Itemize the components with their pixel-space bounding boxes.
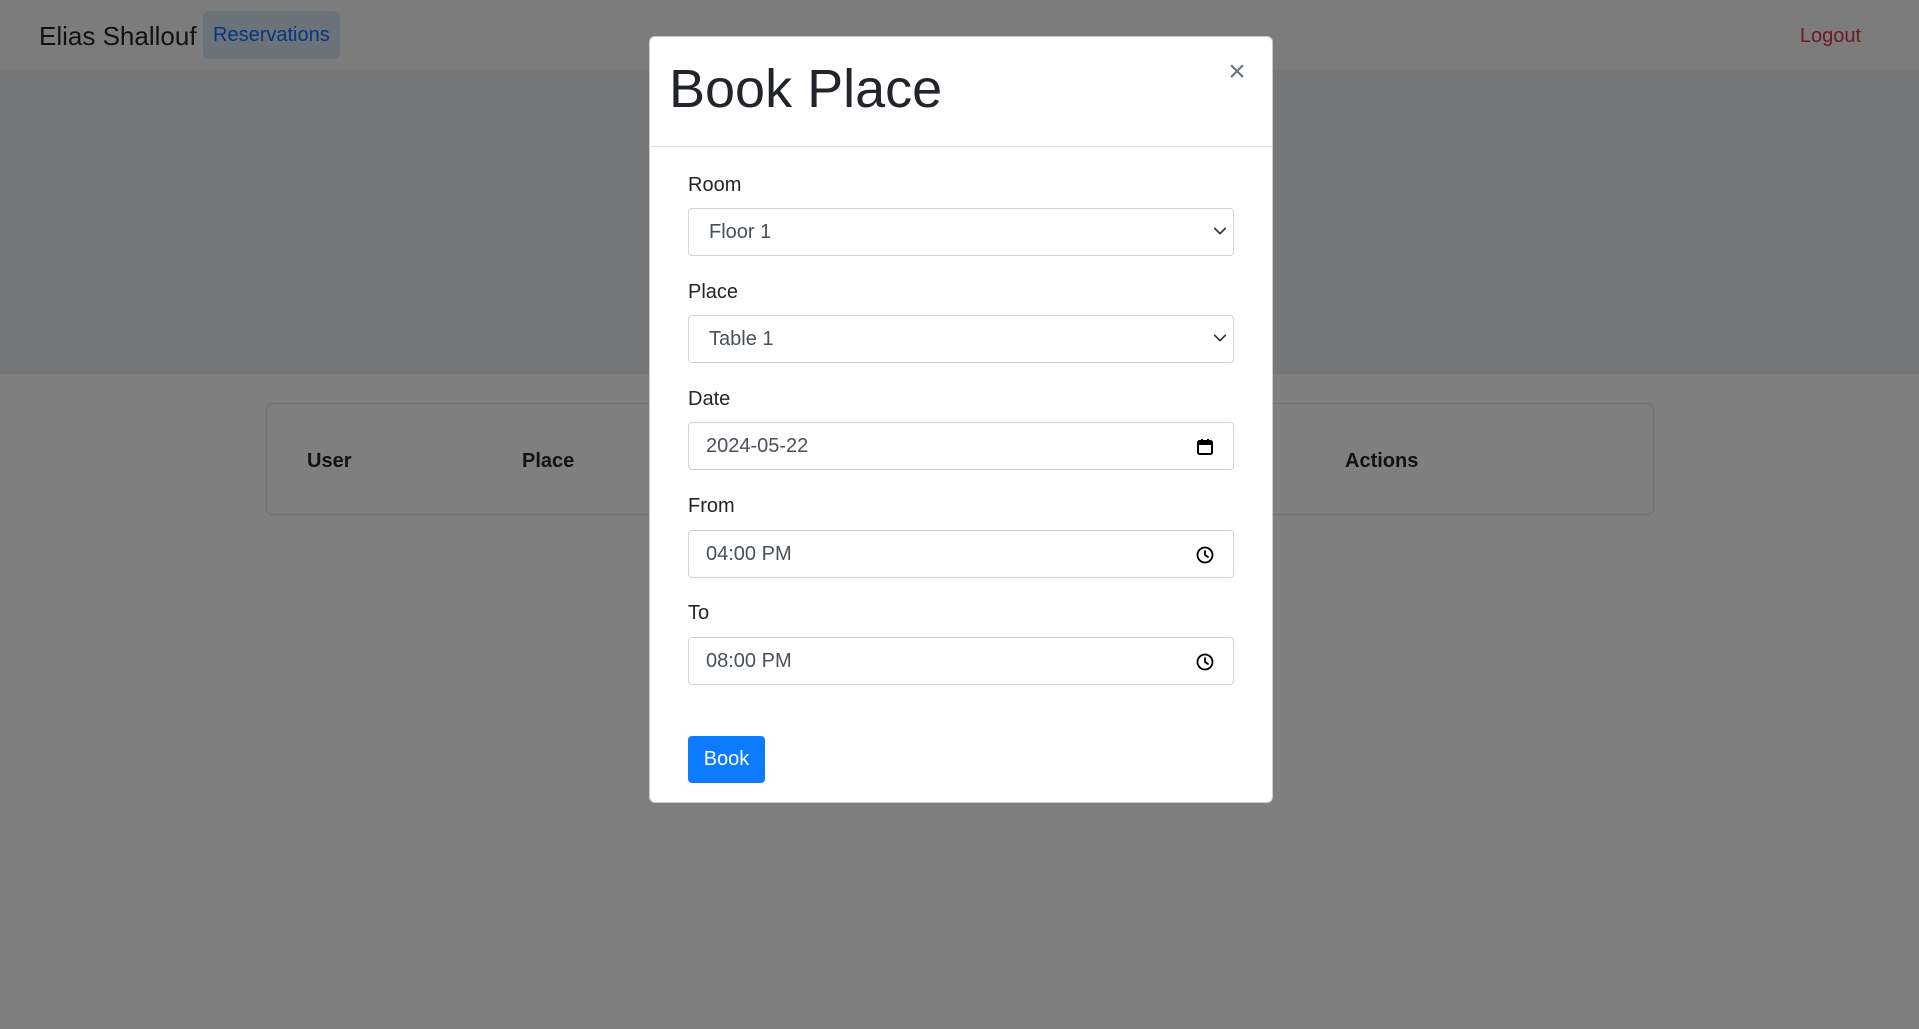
date-input[interactable]: 2024-05-22 — [688, 422, 1234, 470]
close-icon[interactable]: × — [1222, 57, 1252, 87]
clock-icon[interactable] — [1195, 652, 1215, 672]
place-label: Place — [688, 281, 739, 303]
modal-title: Book Place — [669, 59, 943, 119]
book-place-modal: Book Place × Room Floor 1 Place Table 1 … — [649, 36, 1273, 803]
book-button[interactable]: Book — [688, 736, 765, 783]
to-label: To — [688, 602, 710, 624]
calendar-icon[interactable] — [1195, 437, 1215, 457]
modal-header: Book Place × — [650, 37, 1272, 147]
to-time-value: 08:00 PM — [706, 650, 792, 672]
from-label: From — [688, 495, 735, 517]
room-label: Room — [688, 174, 742, 196]
date-label: Date — [688, 388, 731, 410]
from-time-value: 04:00 PM — [706, 543, 792, 565]
room-select[interactable]: Floor 1 — [688, 208, 1234, 256]
clock-icon[interactable] — [1195, 545, 1215, 565]
chevron-down-icon — [1213, 227, 1227, 235]
to-time-input[interactable]: 08:00 PM — [688, 637, 1234, 685]
room-select-value: Floor 1 — [709, 221, 772, 243]
date-input-value: 2024-05-22 — [706, 435, 809, 457]
place-select-value: Table 1 — [709, 328, 774, 350]
chevron-down-icon — [1213, 334, 1227, 342]
from-time-input[interactable]: 04:00 PM — [688, 530, 1234, 578]
place-select[interactable]: Table 1 — [688, 315, 1234, 363]
